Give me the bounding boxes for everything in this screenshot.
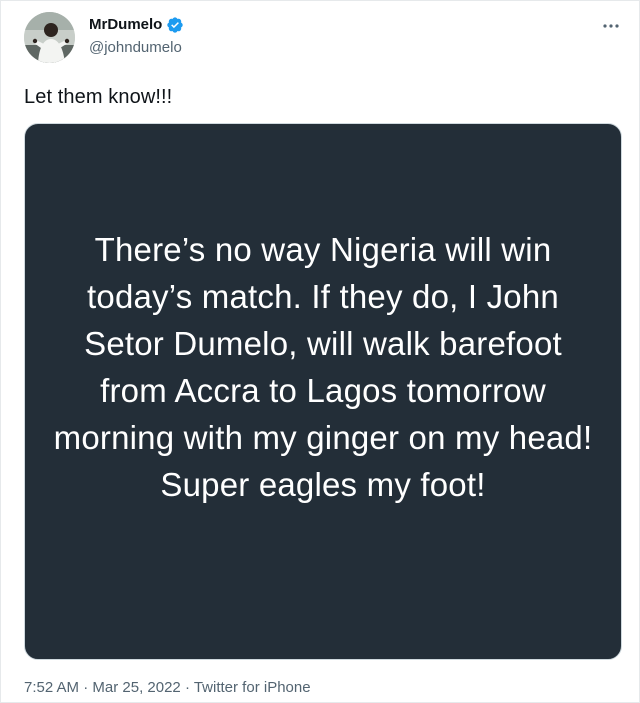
avatar[interactable] — [24, 12, 75, 63]
verified-badge-icon — [167, 16, 184, 33]
meta-separator-2: · — [180, 679, 194, 696]
ellipsis-icon — [603, 24, 619, 28]
display-name-row: MrDumelo — [89, 14, 184, 35]
tweet-metadata: 7:52 AM · Mar 25, 2022 · Twitter for iPh… — [24, 678, 311, 698]
tweet-card: MrDumelo @johndumelo Let them know!!! Th… — [0, 0, 640, 703]
profile-photo-icon — [24, 12, 75, 63]
meta-separator-1: · — [79, 679, 93, 696]
tweet-time[interactable]: 7:52 AM — [24, 679, 79, 696]
author-handle[interactable]: @johndumelo — [89, 38, 184, 58]
image-text: There’s no way Nigeria will win today’s … — [53, 230, 593, 503]
tweet-image[interactable]: There’s no way Nigeria will win today’s … — [24, 123, 622, 660]
display-name[interactable]: MrDumelo — [89, 14, 162, 35]
more-options-icon[interactable] — [596, 14, 626, 38]
tweet-header: MrDumelo @johndumelo — [24, 12, 624, 64]
tweet-source[interactable]: Twitter for iPhone — [194, 679, 311, 696]
tweet-text: Let them know!!! — [24, 86, 173, 108]
tweet-date[interactable]: Mar 25, 2022 — [92, 679, 180, 696]
author-names: MrDumelo @johndumelo — [89, 14, 184, 58]
